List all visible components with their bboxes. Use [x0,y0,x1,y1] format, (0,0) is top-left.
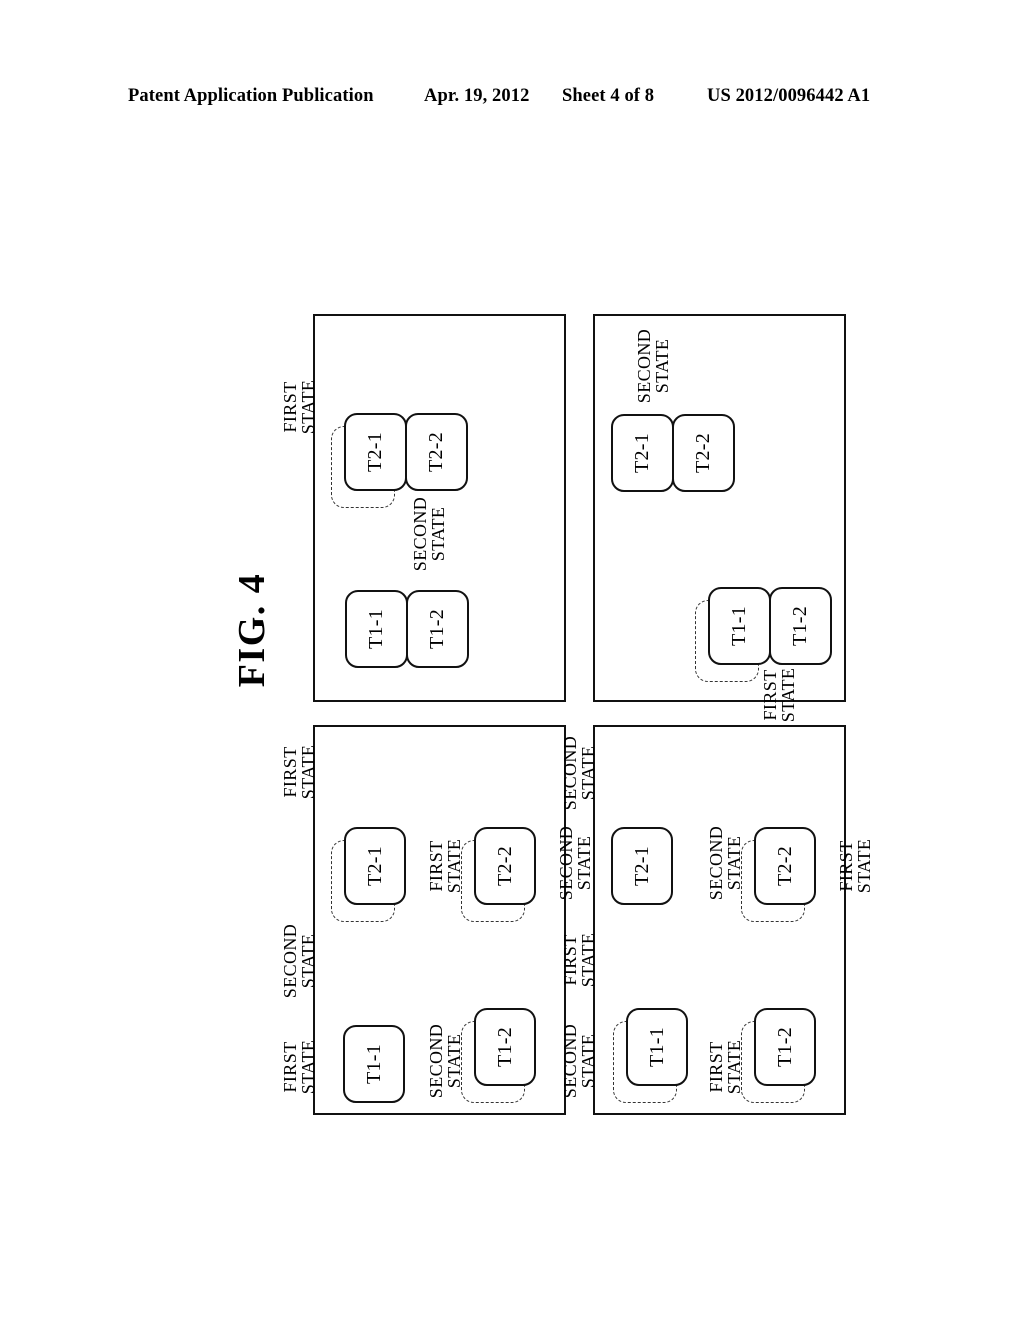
node-t2-2: T2-2 [672,414,735,492]
node-label: T2-1 [363,845,386,887]
node-t2-2: T2-2 [405,413,468,491]
node-label: T1-2 [773,1026,796,1068]
state-label-second-3: SECOND STATE [556,825,595,901]
panel-bottom-right: T1-1 FIRST STATE T1-2 SECOND STATE FIRST… [560,725,874,1115]
header-sheet-number: Sheet 4 of 8 [562,86,655,106]
node-t1-2: T1-2 [406,590,469,668]
node-label: T1-2 [789,605,811,647]
header-publication-title: Patent Application Publication [128,86,374,106]
node-t2-2: T2-2 [474,827,536,905]
state-label-first-1: FIRST STATE [706,1039,745,1095]
panel-bottom-left: T1-1 SECOND STATE T1-2 FIRST STATE SECON… [280,725,594,1115]
state-label-second: SECOND STATE [410,496,449,572]
node-label: T1-1 [365,608,387,650]
node-label: T2-2 [493,845,516,887]
node-t1-2: T1-2 [754,1008,816,1086]
node-label: T2-1 [364,431,386,473]
header-publication-date: Apr. 19, 2012 [424,86,530,106]
node-label: T1-1 [728,605,750,647]
node-label: T1-1 [362,1043,385,1085]
state-label-first-2: FIRST STATE [560,932,599,988]
node-t2-1: T2-1 [344,827,406,905]
state-label-first-2: FIRST STATE [426,838,465,894]
node-t1-1: T1-1 [626,1008,688,1086]
state-label-second-1: SECOND STATE [426,1023,465,1099]
node-label: T1-1 [645,1026,668,1068]
node-t2-1: T2-1 [344,413,407,491]
state-label-second: SECOND STATE [634,328,673,404]
panel-top-right: T1-1 T1-2 FIRST STATE T2-1 T2-2 SECOND S… [593,314,846,722]
page-header: Patent Application Publication Apr. 19, … [0,86,1024,114]
state-label-second-2: SECOND STATE [280,923,319,999]
panel-top-left: T1-1 T1-2 SECOND STATE T2-1 T2-2 FIRST S… [280,314,566,702]
node-label: T2-2 [425,431,447,473]
node-t1-2: T1-2 [474,1008,536,1086]
state-label-first-3: FIRST STATE [836,838,875,894]
node-label: T1-2 [426,608,448,650]
node-t2-2: T2-2 [754,827,816,905]
state-label-second-3: SECOND STATE [560,735,599,811]
node-t1-1: T1-1 [345,590,408,668]
figure-label: FIG. 4 [231,572,273,688]
node-t1-1: T1-1 [343,1025,405,1103]
node-label: T1-2 [493,1026,516,1068]
node-label: T2-1 [631,432,653,474]
state-label-first-1: FIRST STATE [280,1039,319,1095]
node-label: T2-1 [630,845,653,887]
state-label-first-3: FIRST STATE [280,744,319,800]
state-label-second-2: SECOND STATE [706,825,745,901]
state-label-second-1: SECOND STATE [560,1023,599,1099]
node-label: T2-2 [773,845,796,887]
node-label: T2-2 [692,432,714,474]
state-label-first: FIRST STATE [280,379,319,435]
node-t2-1: T2-1 [611,827,673,905]
node-t2-1: T2-1 [611,414,674,492]
header-patent-number: US 2012/0096442 A1 [707,86,871,106]
